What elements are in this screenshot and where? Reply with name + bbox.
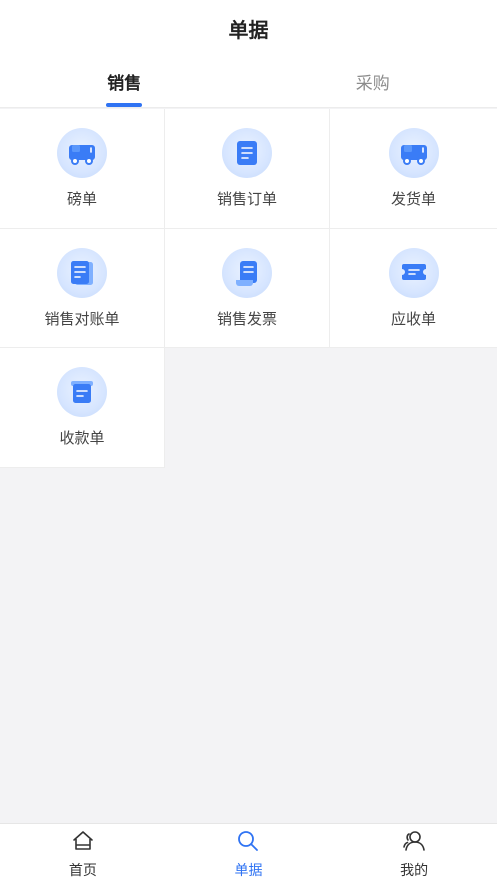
app-root: 单据 销售 采购 磅单 销售订单 发货单 销售对账单 销售发票 应收单 收款单 … — [0, 0, 497, 883]
tab-sales[interactable]: 销售 — [0, 56, 249, 107]
ticket-icon — [388, 247, 439, 298]
invoice-scroll-icon — [222, 247, 272, 298]
grid-item-label: 发货单 — [390, 190, 436, 208]
tab-purchase-label: 采购 — [355, 74, 390, 94]
grid-item-delivery-note[interactable]: 发货单 — [330, 109, 497, 229]
truck-icon — [388, 128, 439, 178]
bottom-nav: 首页 单据 我的 — [0, 823, 497, 883]
tab-active-indicator — [106, 103, 143, 107]
grid-item-label: 销售对账单 — [44, 309, 120, 328]
nav-label-mine: 我的 — [400, 862, 429, 879]
ledger-icon — [57, 247, 107, 298]
document-icon — [222, 128, 272, 178]
grid-item-sales-order[interactable]: 销售订单 — [165, 109, 330, 229]
grid-item-label: 销售发票 — [216, 309, 277, 328]
nav-label-home: 首页 — [68, 862, 97, 879]
nav-item-mine[interactable]: 我的 — [331, 824, 497, 883]
grid-item-sales-invoice[interactable]: 销售发票 — [165, 228, 330, 348]
page-title: 单据 — [228, 17, 269, 42]
tab-purchase[interactable]: 采购 — [249, 56, 497, 107]
header: 单据 — [0, 0, 497, 56]
nav-item-home[interactable]: 首页 — [0, 824, 166, 883]
tab-sales-label: 销售 — [107, 74, 142, 94]
home-icon — [70, 828, 96, 858]
receipt-icon — [57, 367, 107, 417]
nav-label-documents: 单据 — [234, 862, 263, 879]
grid-item-receipt[interactable]: 收款单 — [0, 348, 165, 468]
search-icon — [235, 828, 261, 858]
grid-item-receivable[interactable]: 应收单 — [330, 228, 497, 348]
nav-item-documents[interactable]: 单据 — [166, 824, 332, 883]
grid-item-label: 收款单 — [59, 429, 105, 447]
user-icon — [401, 828, 427, 858]
document-grid: 磅单 销售订单 发货单 销售对账单 销售发票 应收单 收款单 — [0, 109, 497, 468]
grid-item-label: 应收单 — [390, 309, 436, 328]
truck-icon — [57, 128, 107, 178]
grid-item-weigh-slip[interactable]: 磅单 — [0, 109, 165, 229]
tab-bar: 销售 采购 — [0, 56, 497, 108]
grid-item-label: 磅单 — [66, 190, 97, 208]
grid-item-label: 销售订单 — [216, 190, 277, 208]
grid-item-sales-statement[interactable]: 销售对账单 — [0, 228, 165, 348]
